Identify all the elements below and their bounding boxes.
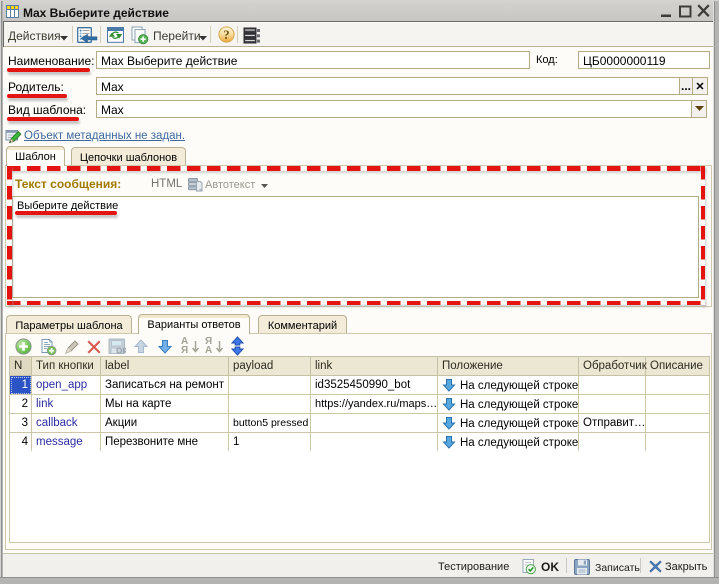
svg-text:?: ?	[223, 28, 229, 42]
svg-text:ОК: ОК	[116, 347, 126, 356]
